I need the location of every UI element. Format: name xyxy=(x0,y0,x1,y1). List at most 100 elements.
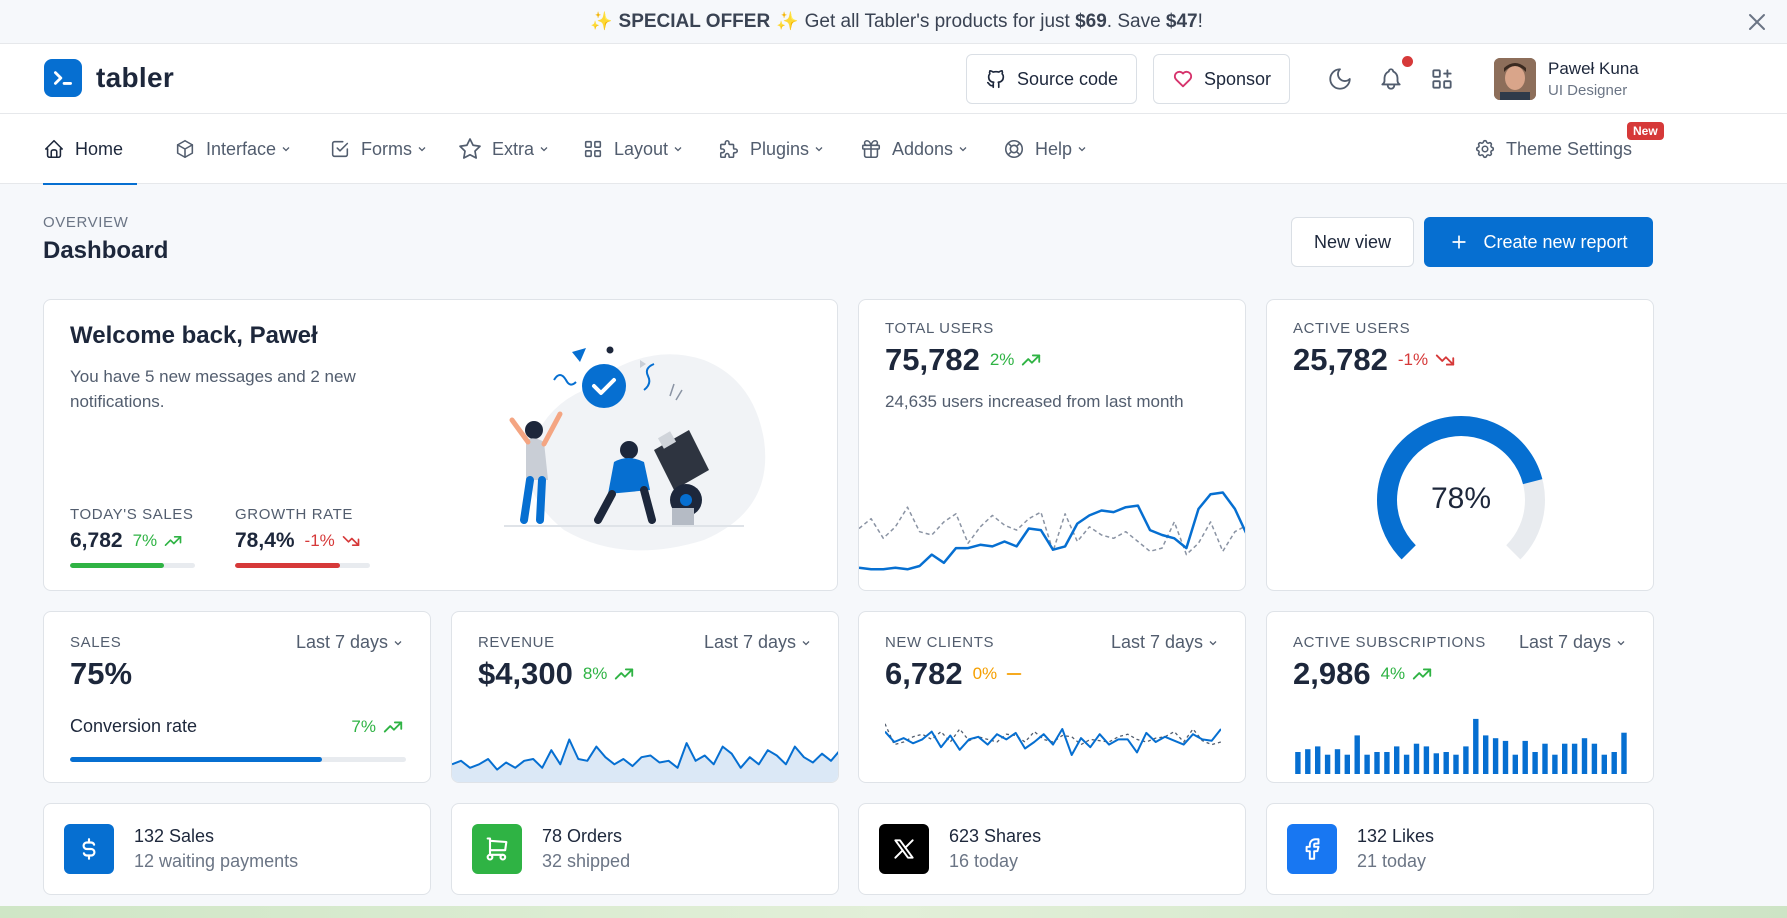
trend-down: -1% xyxy=(305,531,361,551)
new-clients-chart xyxy=(885,723,1221,756)
growth-rate-stat: GROWTH RATE 78,4% -1% xyxy=(235,506,370,568)
close-icon[interactable] xyxy=(1745,10,1769,34)
header: tabler Source code Sponsor Paweł Kuna UI… xyxy=(0,44,1787,114)
avatar xyxy=(1494,58,1536,100)
todays-sales-stat: TODAY'S SALES 6,782 7% xyxy=(70,506,195,568)
create-report-button[interactable]: Create new report xyxy=(1424,217,1653,267)
chevron-down-icon xyxy=(282,147,290,152)
todays-sales-progress xyxy=(70,563,195,568)
bar xyxy=(1413,743,1420,774)
new-view-button[interactable]: New view xyxy=(1291,217,1414,267)
bar xyxy=(1611,752,1617,774)
info-title: 623 Shares xyxy=(949,826,1042,846)
subscriptions-period-dropdown[interactable]: Last 7 days xyxy=(1519,632,1627,653)
source-code-button[interactable]: Source code xyxy=(966,54,1138,104)
info-card-likes: 132 Likes 21 today xyxy=(1266,803,1654,895)
chevron-down-icon xyxy=(418,147,426,152)
info-subtitle: 21 today xyxy=(1357,851,1427,871)
trend-flat: 0% xyxy=(973,663,1026,685)
sponsor-button[interactable]: Sponsor xyxy=(1153,54,1291,104)
series-line-primary xyxy=(859,491,1245,571)
user-menu[interactable]: Paweł Kuna UI Designer xyxy=(1494,58,1639,100)
star-icon xyxy=(459,138,481,159)
trending-up-icon xyxy=(164,536,182,546)
growth-rate-value: 78,4% xyxy=(235,529,295,552)
bar xyxy=(1473,718,1479,774)
trend-down: -1% xyxy=(1398,349,1456,371)
bar xyxy=(1591,743,1598,774)
bell-icon[interactable] xyxy=(1378,66,1404,92)
nav-theme-settings[interactable]: Theme Settings xyxy=(1474,114,1632,184)
active-subscriptions-chart xyxy=(1295,718,1627,774)
gift-icon xyxy=(861,139,881,159)
page-pretitle: OVERVIEW xyxy=(43,214,129,231)
sales-label: SALES xyxy=(70,634,122,651)
active-users-gauge: 78% xyxy=(1377,416,1545,560)
trending-up-icon xyxy=(1412,668,1432,680)
nav-layout[interactable]: Layout xyxy=(582,114,684,184)
github-icon xyxy=(986,69,1005,89)
active-subscriptions-label: ACTIVE SUBSCRIPTIONS xyxy=(1293,634,1486,651)
nav-interface[interactable]: Interface xyxy=(174,114,292,184)
trend-up: 7% xyxy=(133,531,184,551)
trending-up-icon xyxy=(615,668,634,680)
apps-icon[interactable] xyxy=(1429,66,1455,92)
nav-forms[interactable]: Forms xyxy=(329,114,428,184)
sales-value: 75% xyxy=(70,656,133,691)
info-card-sales: 132 Sales 12 waiting payments xyxy=(43,803,431,895)
sales-period-dropdown[interactable]: Last 7 days xyxy=(296,632,404,653)
growth-rate-progress xyxy=(235,563,370,568)
welcome-text: You have 5 new messages and 2 new notifi… xyxy=(70,367,356,411)
bar xyxy=(1443,752,1449,774)
trending-down-icon xyxy=(1435,354,1455,366)
info-title: 78 Orders xyxy=(542,826,623,846)
revenue-period-dropdown[interactable]: Last 7 days xyxy=(704,632,812,653)
bar xyxy=(1364,754,1370,774)
trending-down-icon xyxy=(342,536,360,546)
info-card-shares: 623 Shares 16 today xyxy=(858,803,1246,895)
moon-icon[interactable] xyxy=(1327,66,1353,92)
chevron-down-icon xyxy=(959,147,967,152)
welcome-card: Welcome back, Paweł You have 5 new messa… xyxy=(43,299,838,591)
revenue-chart xyxy=(452,738,838,782)
brand-logo[interactable]: tabler xyxy=(44,59,174,97)
new-clients-period-dropdown[interactable]: Last 7 days xyxy=(1111,632,1219,653)
layout-grid-icon xyxy=(584,140,602,158)
lifebuoy-icon xyxy=(1004,139,1024,159)
total-users-subtitle: 24,635 users increased from last month xyxy=(885,392,1184,411)
nav-home[interactable]: Home xyxy=(43,114,138,185)
chevron-down-icon xyxy=(1078,147,1086,152)
active-subscriptions-card: ACTIVE SUBSCRIPTIONS Last 7 days 2,986 4… xyxy=(1266,611,1654,783)
nav-help[interactable]: Help xyxy=(1003,114,1088,184)
bar xyxy=(1433,753,1439,774)
info-subtitle: 12 waiting payments xyxy=(134,851,299,871)
dollar-icon xyxy=(64,824,114,874)
bar xyxy=(1483,735,1489,774)
info-title: 132 Likes xyxy=(1357,826,1435,846)
nav-extra[interactable]: Extra xyxy=(458,114,550,184)
revenue-value: $4,300 xyxy=(478,656,573,691)
home-icon xyxy=(44,139,64,159)
taskbar xyxy=(0,906,1787,918)
todays-sales-value: 6,782 xyxy=(70,529,123,552)
shopping-cart-icon xyxy=(472,824,522,874)
bar xyxy=(1374,752,1380,774)
terminal-icon xyxy=(44,59,82,97)
bar xyxy=(1502,740,1509,774)
bar xyxy=(1512,754,1518,774)
bar xyxy=(1601,754,1607,774)
bar xyxy=(1581,738,1588,774)
trend-up: 8% xyxy=(583,663,636,685)
sparkles-icon: ✨ xyxy=(590,11,613,31)
bar xyxy=(1453,754,1459,774)
conversion-trend: 7% xyxy=(351,716,404,738)
active-users-card: ACTIVE USERS 25,782 -1% 78% xyxy=(1266,299,1654,591)
nav-plugins[interactable]: Plugins xyxy=(718,114,825,184)
bar xyxy=(1542,743,1548,774)
bar xyxy=(1315,746,1321,774)
chevron-down-icon xyxy=(1617,640,1625,645)
revenue-card: REVENUE Last 7 days $4,300 8% xyxy=(451,611,839,783)
bar xyxy=(1522,740,1528,774)
nav-addons[interactable]: Addons xyxy=(860,114,969,184)
bar xyxy=(1463,746,1469,774)
